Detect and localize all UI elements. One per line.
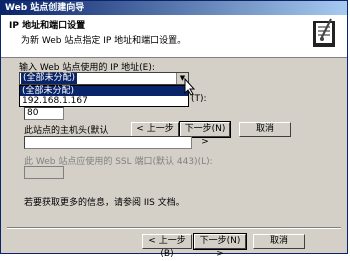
- window-title: Web 站点创建向导: [5, 3, 85, 13]
- ssl-port-input: [24, 166, 64, 179]
- host-header-label: 此站点的主机头(默认: [24, 126, 109, 136]
- title-bar: Web 站点创建向导: [1, 1, 347, 15]
- wizard-header: IP 地址和端口设置 为新 Web 站点指定 IP 地址和端口设置。: [1, 15, 347, 58]
- footer-separator: [7, 227, 341, 229]
- header-subtitle: 为新 Web 站点指定 IP 地址和端口设置。: [21, 36, 187, 46]
- ip-option-192-168-1-167[interactable]: 192.168.1.167: [20, 96, 188, 106]
- back-button[interactable]: < 上一步(B): [142, 234, 192, 259]
- wizard-window: Web 站点创建向导 IP 地址和端口设置 为新 Web 站点指定 IP 地址和…: [0, 0, 348, 259]
- ip-address-combobox[interactable]: (全部未分配) ▼: [19, 72, 189, 85]
- overlay-back-button[interactable]: < 上一步(B): [131, 122, 179, 147]
- help-text: 若要获取更多的信息，请参阅 IIS 文档。: [24, 198, 185, 208]
- host-header-input[interactable]: [24, 136, 192, 149]
- port-input[interactable]: 80: [24, 107, 64, 120]
- next-button[interactable]: 下一步(N) >: [193, 233, 247, 259]
- header-title: IP 地址和端口设置: [9, 21, 86, 31]
- wizard-book-icon: [313, 18, 335, 47]
- ip-address-dropdown-list[interactable]: (全部未分配) 192.168.1.167: [19, 85, 189, 107]
- ip-address-selected: (全部未分配): [21, 73, 78, 84]
- cancel-button[interactable]: 取消: [253, 234, 305, 249]
- overlay-cancel-button[interactable]: 取消: [239, 122, 291, 137]
- overlay-next-button[interactable]: 下一步(N) >: [179, 121, 231, 147]
- ip-option-all-unassigned[interactable]: (全部未分配): [20, 86, 188, 96]
- port-label: (T):: [191, 94, 207, 104]
